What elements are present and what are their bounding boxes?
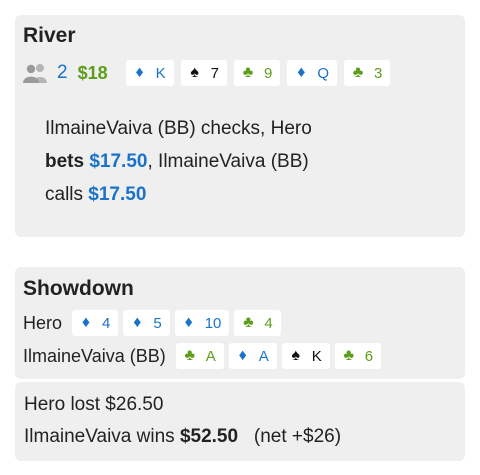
diamond-suit-icon: ♦: [135, 64, 144, 81]
net-amount: (net +$26): [253, 426, 342, 447]
result-panel: Hero lost $26.50 IlmaineVaiva wins $52.5…: [15, 382, 465, 461]
card-rank: A: [205, 347, 216, 365]
club-suit-icon: ♣: [352, 64, 364, 81]
win-amount: $52.50: [179, 426, 239, 447]
player-name: Hero: [23, 312, 63, 333]
card: ♣ 4: [234, 310, 281, 336]
club-suit-icon: ♣: [184, 347, 195, 364]
board-cards: ♦ K ♠ 7 ♣ 9 ♦ Q ♣ 3: [125, 60, 398, 86]
call-amount: $17.50: [88, 184, 147, 205]
river-action-text: IlmaineVaiva (BB) checks, Hero bets $17.…: [45, 112, 445, 211]
card-rank: Q: [317, 64, 329, 82]
card-rank: 4: [264, 314, 273, 332]
card-rank: K: [155, 64, 166, 82]
showdown-title: Showdown: [23, 277, 134, 300]
card-rank: A: [258, 347, 269, 365]
diamond-suit-icon: ♦: [297, 64, 306, 81]
winner-text: IlmaineVaiva wins: [24, 426, 180, 447]
card: ♣ A: [175, 343, 224, 369]
card: ♦ 4: [72, 310, 119, 336]
card-rank: 9: [263, 64, 273, 82]
card-rank: K: [311, 347, 322, 365]
spade-suit-icon: ♠: [190, 64, 199, 81]
action-verb-bets: bets: [45, 151, 85, 172]
result-hero-lost: Hero lost $26.50: [24, 394, 164, 415]
card-rank: 10: [204, 314, 222, 332]
card: ♠ K: [281, 343, 330, 369]
diamond-suit-icon: ♦: [238, 347, 247, 364]
card: ♦ 10: [174, 310, 230, 336]
spade-suit-icon: ♠: [291, 347, 301, 364]
card-rank: 3: [374, 64, 383, 82]
club-suit-icon: ♣: [242, 64, 254, 81]
action-part-1: IlmaineVaiva (BB) checks, Hero: [45, 118, 312, 139]
showdown-hand-row: Hero ♦ 4 ♦ 5 ♦ 10 ♣ 4: [23, 310, 286, 336]
card-rank: 4: [102, 314, 111, 332]
showdown-hand-row: IlmaineVaiva (BB) ♣ A ♦ A ♠ K ♣ 6: [23, 343, 386, 369]
card-rank: 6: [364, 347, 374, 365]
hole-cards: ♦ 4 ♦ 5 ♦ 10 ♣ 4: [72, 310, 286, 336]
river-info-row: 2 $18 ♦ K ♠ 7 ♣ 9 ♦ Q ♣ 3: [23, 60, 397, 86]
card: ♣ 6: [334, 343, 382, 369]
hole-cards: ♣ A ♦ A ♠ K ♣ 6: [175, 343, 386, 369]
club-suit-icon: ♣: [243, 314, 254, 331]
card: ♦ Q: [287, 60, 337, 86]
player-name: IlmaineVaiva (BB): [23, 345, 166, 366]
result-winner: IlmaineVaiva wins $52.50 (net +$26): [24, 426, 341, 448]
players-icon: [23, 63, 49, 83]
bet-amount: $17.50: [89, 151, 148, 172]
card: ♦ 5: [123, 310, 170, 336]
card: ♣ 3: [344, 60, 391, 86]
action-verb-calls: calls: [45, 184, 84, 205]
action-part-2: , IlmaineVaiva (BB): [147, 151, 309, 172]
card: ♦ K: [125, 60, 174, 86]
pot-amount: $18: [77, 62, 108, 83]
showdown-panel: Showdown Hero ♦ 4 ♦ 5 ♦ 10 ♣ 4 IlmaineVaiva (BB…: [15, 267, 465, 379]
river-panel: River 2 $18 ♦ K ♠ 7 ♣ 9 ♦ Q ♣ 3 IlmaineVaiva (BB)…: [15, 15, 465, 237]
diamond-suit-icon: ♦: [133, 314, 142, 331]
players-count: 2: [57, 62, 68, 83]
river-title: River: [23, 24, 76, 47]
diamond-suit-icon: ♦: [184, 314, 193, 331]
card: ♦ A: [228, 343, 277, 369]
club-suit-icon: ♣: [343, 347, 355, 364]
card-rank: 7: [210, 64, 219, 82]
card-rank: 5: [153, 314, 162, 332]
card: ♣ 9: [233, 60, 281, 86]
card: ♠ 7: [180, 60, 227, 86]
diamond-suit-icon: ♦: [81, 314, 91, 331]
